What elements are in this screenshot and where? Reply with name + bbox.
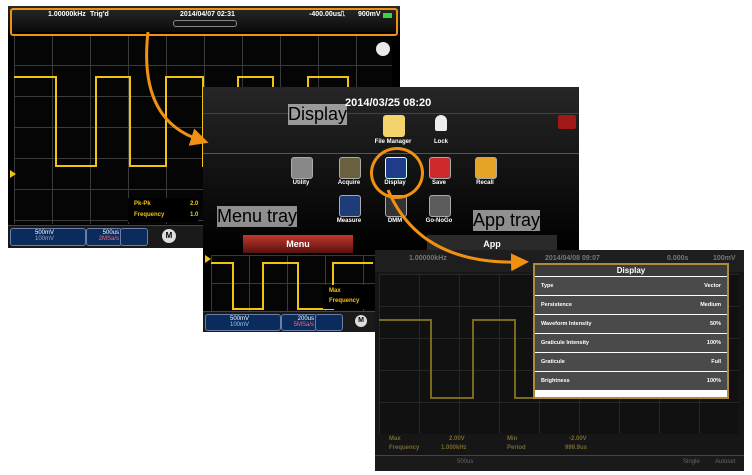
arrow-status-to-menu [145, 31, 209, 146]
annotation-arrows [145, 31, 529, 272]
arrow-display-to-dialog [386, 189, 529, 272]
